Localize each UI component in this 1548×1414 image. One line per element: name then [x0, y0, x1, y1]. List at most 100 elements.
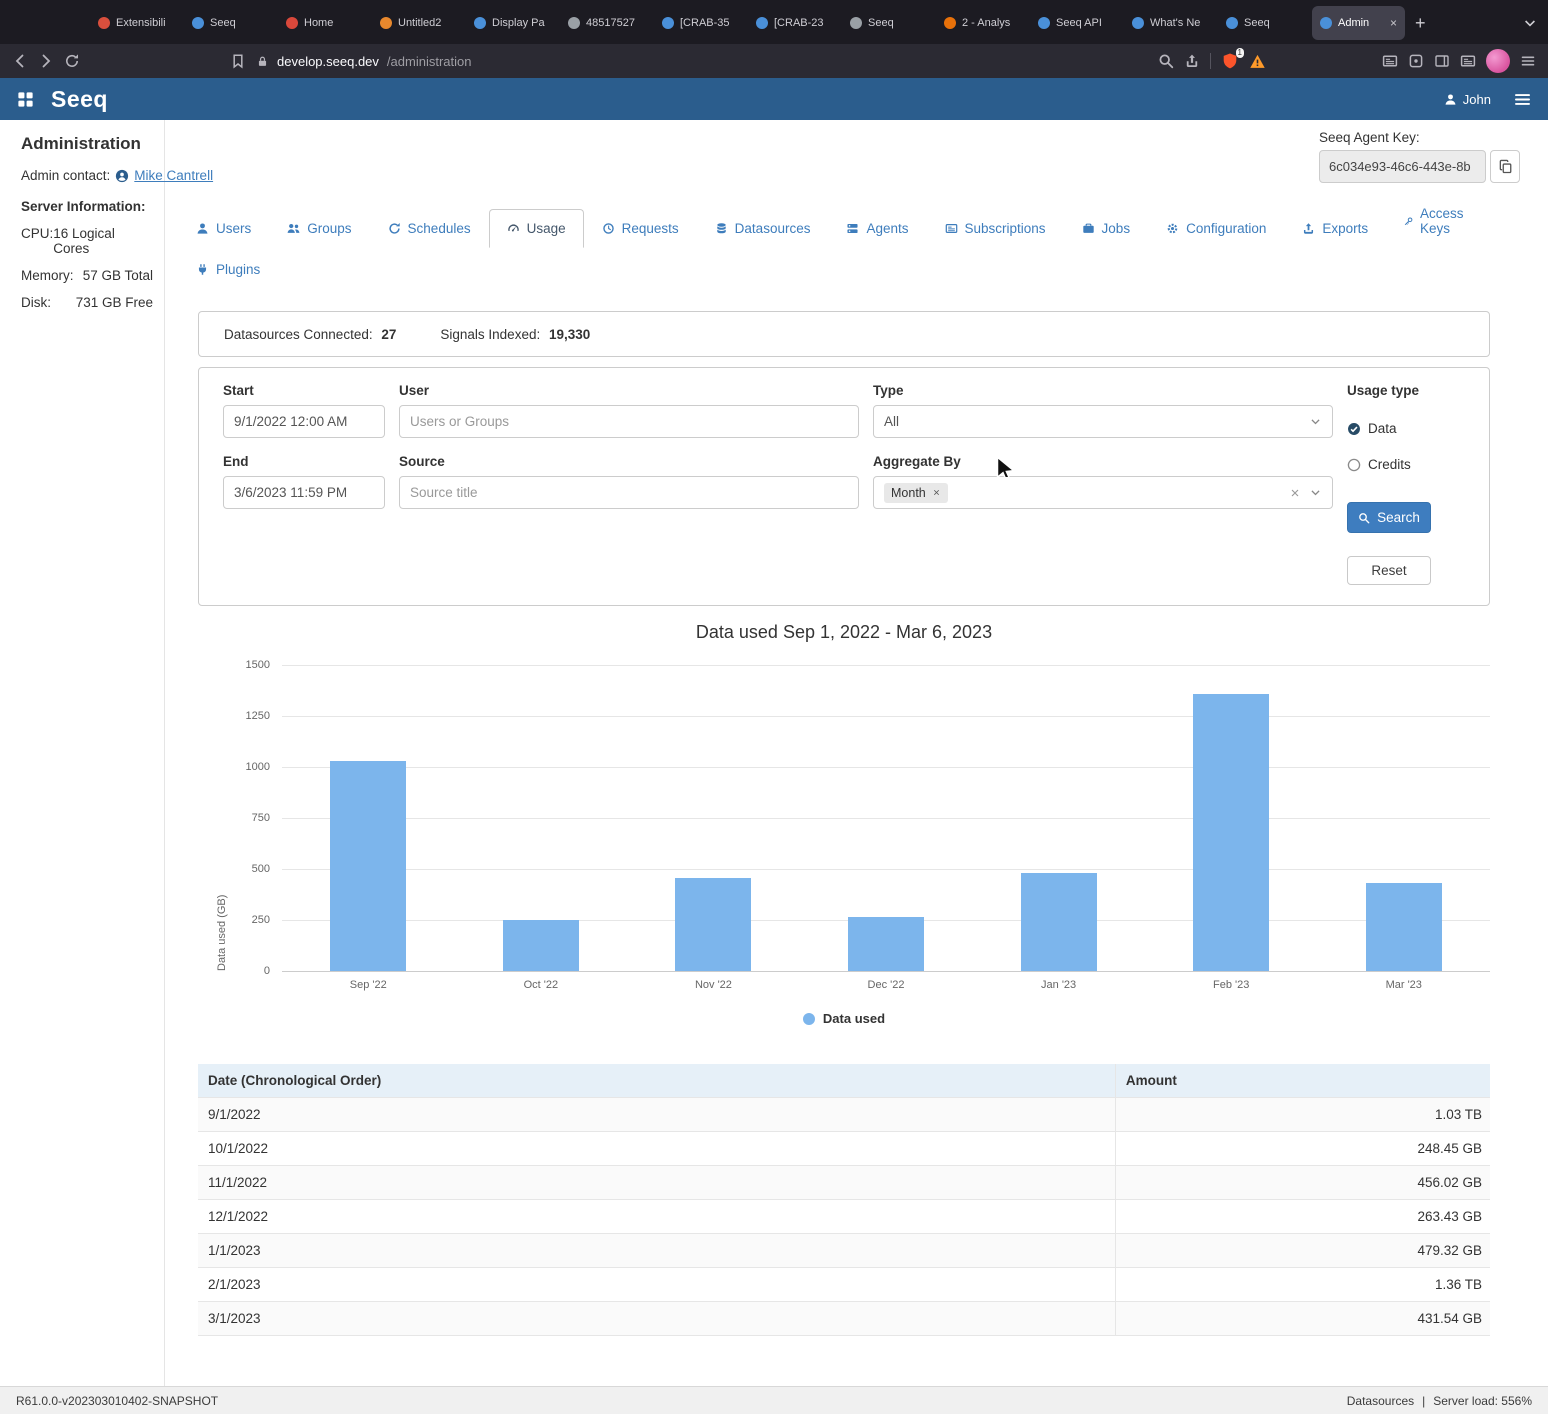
type-select[interactable]: All	[873, 405, 1333, 438]
user-name: John	[1463, 92, 1491, 107]
browser-tab-4[interactable]: Untitled2	[372, 6, 465, 40]
table-row[interactable]: 3/1/2023431.54 GB	[198, 1302, 1490, 1336]
warning-icon[interactable]	[1249, 53, 1266, 70]
url-bar[interactable]: develop.seeq.dev/administration	[256, 54, 1148, 69]
bar-dec-22[interactable]	[848, 917, 924, 971]
remove-chip-icon[interactable]	[932, 488, 941, 497]
bar-sep-22[interactable]	[330, 761, 406, 971]
browser-tab-6[interactable]: 48517527	[560, 6, 653, 40]
plot-area: 0250500750100012501500	[282, 665, 1490, 971]
extensions-icon[interactable]	[1408, 53, 1424, 69]
tab-datasources[interactable]: Datasources	[697, 209, 829, 248]
datasources-connected-stat: Datasources Connected: 27	[224, 327, 396, 342]
bar-group	[1317, 665, 1490, 971]
col-date-header[interactable]: Date (Chronological Order)	[198, 1064, 1115, 1098]
stat-value: 27	[381, 327, 396, 342]
usage-type-label: Usage type	[1347, 382, 1463, 400]
app-header: Seeq John	[0, 78, 1548, 120]
toolbar-divider	[1210, 53, 1211, 69]
share-icon[interactable]	[1184, 53, 1200, 69]
back-button[interactable]	[12, 53, 28, 69]
tab-jobs[interactable]: Jobs	[1064, 209, 1149, 248]
aggregate-chip-month[interactable]: Month	[884, 483, 948, 503]
table-row[interactable]: 11/1/2022456.02 GB	[198, 1166, 1490, 1200]
server-info-value: 731 GB Free	[76, 295, 153, 310]
seeq-logo[interactable]: Seeq	[51, 86, 108, 113]
usage-panel: Datasources Connected: 27 Signals Indexe…	[198, 311, 1490, 1336]
tab-groups[interactable]: Groups	[269, 209, 369, 248]
browser-tab-13[interactable]: Seeq	[1218, 6, 1311, 40]
forward-button[interactable]	[38, 53, 54, 69]
chevron-down-icon[interactable]	[1309, 486, 1322, 499]
browser-tab-8[interactable]: [CRAB-23	[748, 6, 841, 40]
chart-title: Data used Sep 1, 2022 - Mar 6, 2023	[198, 622, 1490, 643]
browser-tab-10[interactable]: 2 - Analys	[936, 6, 1029, 40]
bar-nov-22[interactable]	[675, 878, 751, 971]
bar-mar-23[interactable]	[1366, 883, 1442, 971]
tab-exports[interactable]: Exports	[1284, 209, 1386, 248]
browser-tab-9[interactable]: Seeq	[842, 6, 935, 40]
sidebar-toggle-icon[interactable]	[1434, 53, 1450, 69]
tab-agents[interactable]: Agents	[828, 209, 926, 248]
browser-tab-12[interactable]: What's Ne	[1124, 6, 1217, 40]
table-row[interactable]: 12/1/2022263.43 GB	[198, 1200, 1490, 1234]
col-amount-header[interactable]: Amount	[1115, 1064, 1490, 1098]
hamburger-menu-icon[interactable]	[1513, 90, 1532, 109]
site-info-icon[interactable]	[256, 55, 269, 68]
user-menu[interactable]: John	[1444, 92, 1491, 107]
tab-usage[interactable]: Usage	[489, 209, 584, 248]
reset-button[interactable]: Reset	[1347, 556, 1431, 585]
tab-subscriptions[interactable]: Subscriptions	[927, 209, 1064, 248]
table-row[interactable]: 9/1/20221.03 TB	[198, 1098, 1490, 1132]
profile-avatar[interactable]	[1486, 49, 1510, 73]
tab-access-keys[interactable]: Access Keys	[1386, 194, 1490, 248]
user-filter-input[interactable]	[399, 405, 859, 438]
tab-configuration[interactable]: Configuration	[1148, 209, 1284, 248]
chart-legend[interactable]: Data used	[198, 1011, 1490, 1026]
tab-users[interactable]: Users	[178, 209, 269, 248]
brave-shield-icon[interactable]: 1	[1221, 52, 1239, 70]
browser-tab-5[interactable]: Display Pa	[466, 6, 559, 40]
copy-agent-key-button[interactable]	[1490, 150, 1520, 183]
bookmark-icon[interactable]	[230, 53, 246, 69]
browser-tab-7[interactable]: [CRAB-35	[654, 6, 747, 40]
end-datetime-input[interactable]	[223, 476, 385, 509]
reading-list-icon[interactable]	[1382, 53, 1398, 69]
aggregate-by-select[interactable]: Month	[873, 476, 1333, 509]
tab-plugins[interactable]: Plugins	[178, 250, 278, 289]
tab-list-chevron-icon[interactable]	[1522, 15, 1538, 31]
table-row[interactable]: 2/1/20231.36 TB	[198, 1268, 1490, 1302]
tab-label: Subscriptions	[965, 221, 1046, 236]
table-row[interactable]: 10/1/2022248.45 GB	[198, 1132, 1490, 1166]
table-row[interactable]: 1/1/2023479.32 GB	[198, 1234, 1490, 1268]
gridline	[282, 971, 1490, 972]
tab-requests[interactable]: Requests	[584, 209, 697, 248]
tab-schedules[interactable]: Schedules	[370, 209, 489, 248]
source-filter-input[interactable]	[399, 476, 859, 509]
browser-tab-14[interactable]: Admin×	[1312, 6, 1405, 40]
usage-type-data-radio[interactable]: Data	[1347, 421, 1463, 436]
date-cell: 1/1/2023	[198, 1234, 1115, 1268]
bar-oct-22[interactable]	[503, 920, 579, 971]
browser-tab-11[interactable]: Seeq API	[1030, 6, 1123, 40]
browser-tab-2[interactable]: Seeq	[184, 6, 277, 40]
browser-tab-3[interactable]: Home	[278, 6, 371, 40]
footer-datasources-link[interactable]: Datasources	[1347, 1394, 1414, 1408]
clear-selection-icon[interactable]	[1289, 487, 1301, 499]
wallet-icon[interactable]	[1460, 53, 1476, 69]
reload-button[interactable]	[64, 53, 80, 69]
start-datetime-input[interactable]	[223, 405, 385, 438]
chevron-down-icon[interactable]	[1309, 415, 1322, 428]
tab-close-icon[interactable]: ×	[1390, 16, 1397, 30]
browser-tab-1[interactable]: Extensibili	[90, 6, 183, 40]
browser-menu-icon[interactable]	[1520, 53, 1536, 69]
bar-jan-23[interactable]	[1021, 873, 1097, 971]
agent-key-input[interactable]	[1319, 150, 1486, 183]
new-tab-button[interactable]: +	[1405, 6, 1436, 40]
zoom-icon[interactable]	[1158, 53, 1174, 69]
tab-label: Users	[216, 221, 251, 236]
bar-feb-23[interactable]	[1193, 694, 1269, 971]
usage-type-credits-radio[interactable]: Credits	[1347, 457, 1463, 472]
home-grid-icon[interactable]	[16, 90, 35, 109]
search-button[interactable]: Search	[1347, 502, 1431, 533]
